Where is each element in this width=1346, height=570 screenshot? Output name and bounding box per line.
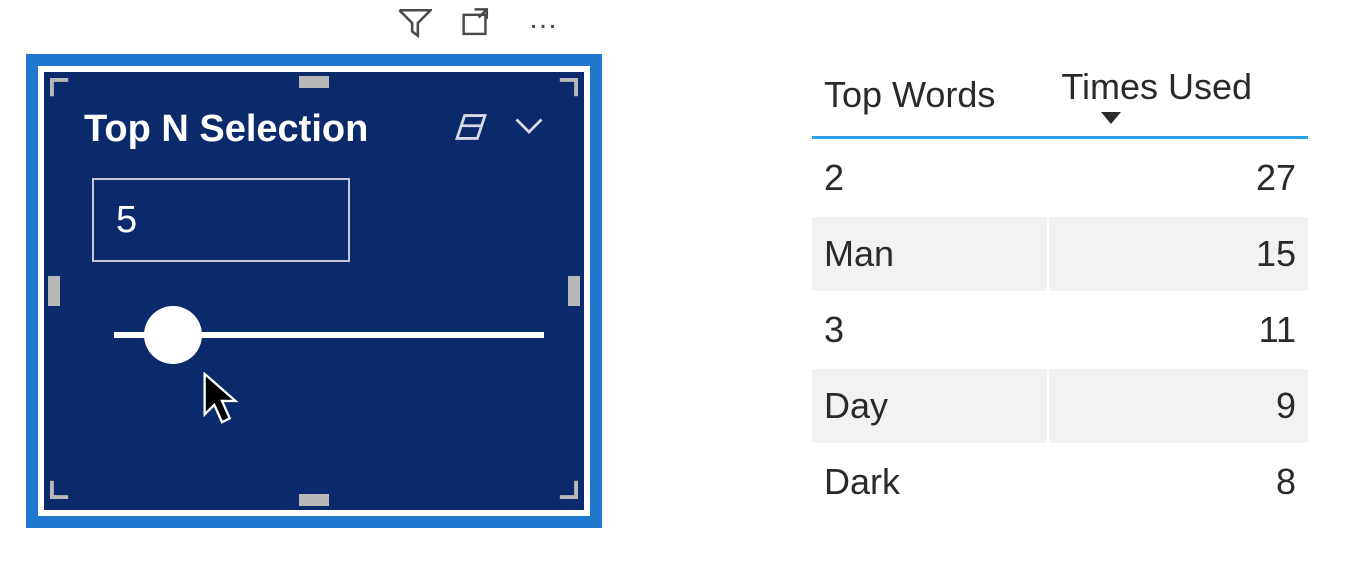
cell-count: 15 [1049,217,1308,291]
top-words-table: Top Words Times Used 2 27 Man 15 3 11 Da… [810,58,1310,521]
cell-count: 27 [1049,141,1308,215]
visual-header: … [26,0,602,50]
resize-handle-r[interactable] [568,276,580,306]
sort-desc-icon [1101,112,1121,124]
slicer-visual-selected[interactable]: Top N Selection [26,54,602,528]
table-row[interactable]: Man 15 [812,217,1308,291]
table-header-row: Top Words Times Used [812,60,1308,134]
top-n-input[interactable] [92,178,350,262]
focus-mode-icon[interactable] [462,8,498,43]
eraser-icon[interactable] [454,113,488,146]
col-top-words-label: Top Words [824,74,995,115]
col-times-used-label: Times Used [1061,66,1252,108]
resize-handle-bl[interactable] [50,473,76,504]
resize-handle-br[interactable] [552,473,578,504]
cell-word: Dark [812,445,1047,519]
chevron-down-icon[interactable] [514,116,544,143]
col-times-used[interactable]: Times Used [1049,60,1308,134]
slicer-title: Top N Selection [84,108,454,151]
mouse-cursor-icon [202,372,242,431]
table-row[interactable]: Dark 8 [812,445,1308,519]
table-row[interactable]: 3 11 [812,293,1308,367]
filter-icon[interactable] [398,8,432,43]
cell-word: Man [812,217,1047,291]
cell-count: 8 [1049,445,1308,519]
cell-count: 9 [1049,369,1308,443]
resize-handle-tl[interactable] [50,78,76,109]
cell-word: 3 [812,293,1047,367]
header-separator [812,136,1308,139]
table-row[interactable]: Day 9 [812,369,1308,443]
slider-thumb[interactable] [144,306,202,364]
cell-word: 2 [812,141,1047,215]
resize-handle-tr[interactable] [552,78,578,109]
table-row[interactable]: 2 27 [812,141,1308,215]
resize-handle-t[interactable] [299,76,329,88]
cell-count: 11 [1049,293,1308,367]
more-icon[interactable]: … [528,14,562,24]
resize-handle-l[interactable] [48,276,60,306]
cell-word: Day [812,369,1047,443]
slicer-body: Top N Selection [44,72,584,510]
col-top-words[interactable]: Top Words [812,60,1047,134]
resize-handle-b[interactable] [299,494,329,506]
